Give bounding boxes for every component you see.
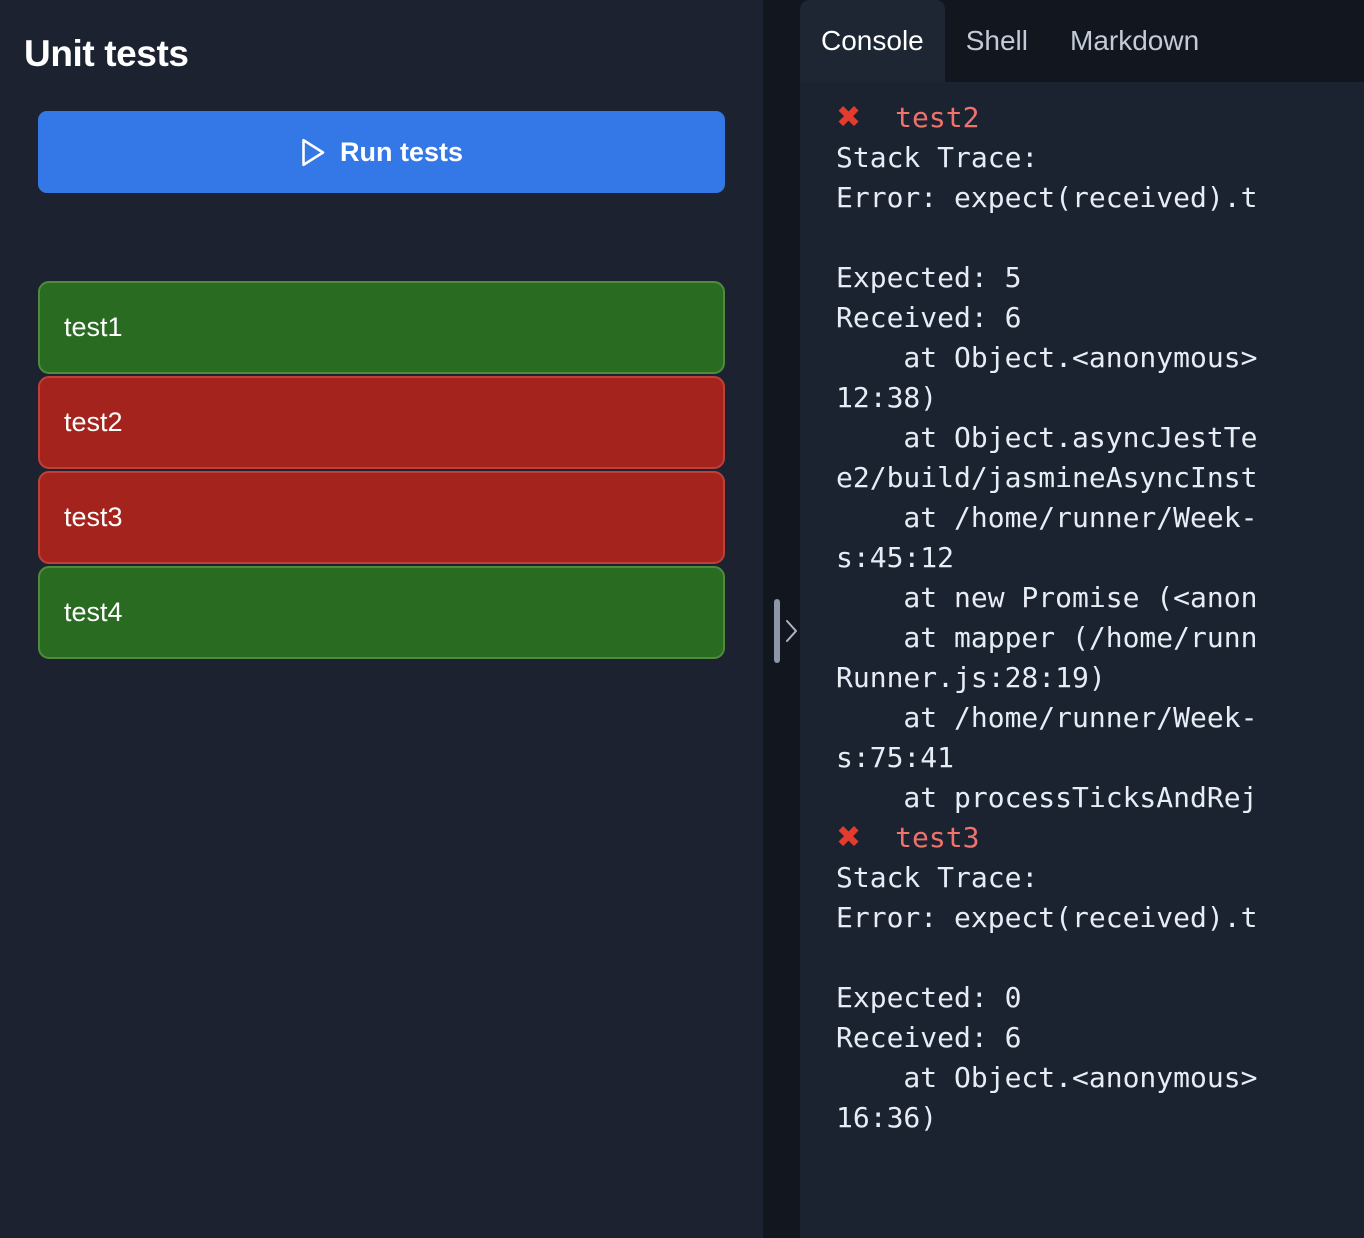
tab-shell-label: Shell [965,25,1028,56]
unit-tests-panel: Unit tests Run tests test1 test2 test3 t… [0,0,763,1238]
console-line: Error: expect(received).t [836,181,1258,214]
console-line: Received: 6 [836,1021,1022,1054]
test-result-item[interactable]: test1 [38,281,725,374]
play-icon [300,138,327,167]
test-name-label: test3 [64,502,123,532]
console-failure-block: ✖ test2 Stack Trace: Error: expect(received… [800,98,1364,818]
console-line: e2/build/jasmineAsyncInst [836,461,1258,494]
console-line: 12:38) [836,381,938,414]
unit-test-app: Unit tests Run tests test1 test2 test3 t… [0,0,1364,1238]
console-failure-header: ✖ test3 [836,818,1364,858]
run-tests-button[interactable]: Run tests [38,111,725,193]
console-line: at Object.asyncJestTe [836,421,1258,454]
test-name-label: test2 [64,407,123,437]
console-line: at processTicksAndRej [836,781,1258,814]
console-line: at /home/runner/Week- [836,501,1258,534]
run-tests-label: Run tests [339,136,464,167]
console-line: Expected: 5 [836,261,1022,294]
test-name-label: test1 [64,312,123,342]
test-name-label: test4 [64,597,123,627]
console-line: Expected: 0 [836,981,1022,1014]
console-line: Runner.js:28:19) [836,661,1106,694]
test-result-item[interactable]: test4 [38,566,725,659]
cross-mark-icon: ✖ [836,100,862,135]
panel-resize-divider[interactable] [763,0,800,1238]
tab-markdown[interactable]: Markdown [1049,0,1220,82]
test-result-list: test1 test2 test3 test4 [38,281,725,659]
console-failure-header: ✖ test2 [836,98,1364,138]
console-line: at /home/runner/Week- [836,701,1258,734]
console-line: Stack Trace: [836,861,1039,894]
console-panel: Console Shell Markdown ✖ test2 Stack Trace… [800,0,1364,1238]
console-line: at Object.<anonymous> [836,1061,1258,1094]
tab-console[interactable]: Console [800,0,945,82]
console-line: s:45:12 [836,541,955,574]
console-line: at mapper (/home/runn [836,621,1258,654]
tab-markdown-label: Markdown [1070,25,1200,56]
console-test-name: test3 [895,821,980,854]
console-line: at Object.<anonymous> [836,341,1258,374]
page-title: Unit tests [24,33,189,74]
console-line: Stack Trace: [836,141,1039,174]
console-line: 16:36) [836,1101,938,1134]
tab-bar: Console Shell Markdown [800,0,1364,82]
console-failure-block: ✖ test3 Stack Trace: Error: expect(received… [800,818,1364,1138]
tab-shell[interactable]: Shell [945,0,1049,82]
console-line: at new Promise (<anon [836,581,1258,614]
console-line: Error: expect(received).t [836,901,1258,934]
test-result-item[interactable]: test3 [38,471,725,564]
console-line: s:75:41 [836,741,955,774]
tab-console-label: Console [821,25,924,56]
cross-mark-icon: ✖ [836,820,862,855]
console-test-name: test2 [895,101,980,134]
console-output[interactable]: ✖ test2 Stack Trace: Error: expect(received… [800,82,1364,1238]
test-result-item[interactable]: test2 [38,376,725,469]
console-line: Received: 6 [836,301,1022,334]
drag-handle-icon[interactable] [774,599,780,663]
